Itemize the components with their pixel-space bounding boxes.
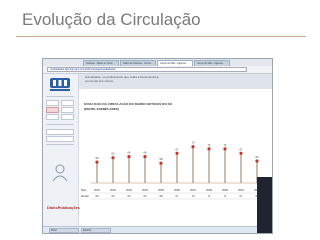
taskbar-item[interactable]: Explorer [81, 228, 111, 233]
sidebar-button[interactable] [61, 100, 74, 106]
x-tick-label: 2009 [222, 188, 228, 192]
title-divider [16, 36, 306, 37]
data-label: 71 [224, 143, 227, 147]
page-banner: Actualidade, os profissionais que cuida … [79, 74, 272, 89]
data-point [255, 159, 259, 163]
browser-tabstrip: Notícias · Diário de Notíc… Diário de No… [43, 59, 272, 66]
row-label: Mês [81, 188, 87, 192]
sidebar-button[interactable] [46, 136, 74, 142]
data-point [159, 161, 163, 165]
data-point [111, 156, 115, 160]
x-tick-label: 2002 [110, 188, 116, 192]
page-description: Actualidade, os profissionais que cuida … [85, 75, 158, 83]
sidebar-button[interactable] [61, 114, 74, 120]
sidebar-divider [46, 144, 74, 145]
sidebar-button[interactable] [46, 129, 74, 135]
data-point [207, 147, 211, 151]
x-tick-label: 2008 [206, 188, 212, 192]
x-tick-label: 2001 [94, 188, 100, 192]
data-label: 71 [208, 143, 211, 147]
sidebar-divider [46, 124, 74, 125]
system-tray [257, 177, 272, 233]
data-label: 73 [192, 141, 195, 145]
data-label: 67 [176, 147, 179, 151]
row-label: Média [81, 194, 89, 198]
table-value: 63 [112, 194, 115, 198]
browser-screenshot: Notícias · Diário de Notíc… Diário de No… [42, 58, 273, 234]
chart-title: EVOLUÇÃO DA CIRCULAÇÃO DO DIÁRIO NOTÍCIA… [84, 102, 173, 106]
data-label: 63 [112, 152, 115, 156]
site-logo [50, 78, 70, 91]
slide-title: Evolução da Circulação [22, 10, 201, 29]
data-point [175, 151, 179, 155]
table-value: 71 [224, 194, 227, 198]
sidebar-button[interactable] [61, 107, 74, 113]
data-point [239, 151, 243, 155]
data-point [95, 160, 99, 164]
sidebar-divider [46, 96, 74, 97]
data-label: 64 [128, 151, 131, 155]
main-content: Actualidade, os profissionais que cuida … [79, 74, 272, 233]
data-label: 59 [96, 156, 99, 160]
data-point [223, 147, 227, 151]
circulation-chart: Mês Média 59 2001 59 63 2002 63 64 2003 64 64 2004 64… [81, 141, 263, 200]
data-point [127, 155, 131, 159]
data-label: 58 [160, 157, 163, 161]
table-value: 71 [208, 194, 211, 198]
x-tick-label: 2005 [158, 188, 164, 192]
x-tick-label: 2004 [142, 188, 148, 192]
data-label: 60 [256, 155, 259, 159]
sidebar-button[interactable] [46, 114, 59, 120]
x-tick-label: 2007 [190, 188, 196, 192]
data-label: 67 [240, 147, 243, 151]
data-label: 64 [144, 151, 147, 155]
data-point [143, 155, 147, 159]
sidebar-button[interactable] [46, 100, 59, 106]
table-value: 64 [144, 194, 147, 198]
description-line: comercial dos sítulos [85, 78, 114, 83]
x-tick-label: 2006 [174, 188, 180, 192]
data-point [191, 145, 195, 149]
table-value: 67 [240, 194, 243, 198]
chart-subtitle: (EM MIL EXEMPLARES) [84, 107, 120, 111]
taskbar: Word Explorer [43, 226, 257, 233]
table-value: 58 [160, 194, 163, 198]
table-value: 73 [192, 194, 195, 198]
table-value: 64 [128, 194, 131, 198]
x-tick-label: 2003 [126, 188, 132, 192]
sidebar-button[interactable] [46, 107, 59, 113]
url-input[interactable]: mediadados.dgs dgruppo.com/pt/homepage/m… [47, 67, 247, 72]
x-tick-label: 2010 [238, 188, 244, 192]
table-value: 67 [176, 194, 179, 198]
footer-brand: DiárioPublicações [47, 206, 80, 210]
table-value: 59 [96, 194, 99, 198]
address-bar: mediadados.dgs dgruppo.com/pt/homepage/m… [43, 66, 272, 74]
taskbar-item[interactable]: Word [49, 228, 79, 233]
person-icon[interactable] [52, 164, 68, 182]
